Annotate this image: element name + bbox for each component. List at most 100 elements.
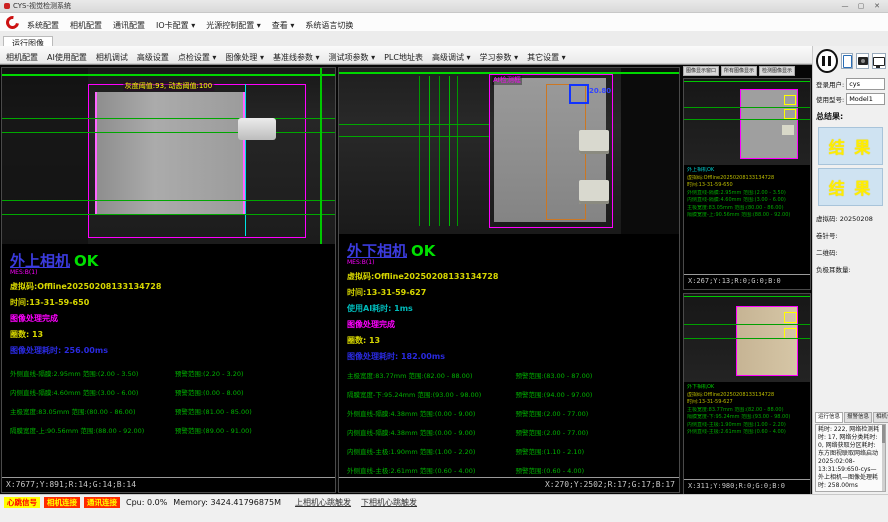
heartbeat-trigger-link[interactable]: 下相机心跳触发	[361, 497, 417, 509]
toolbar-item[interactable]: 相机调试	[96, 53, 128, 62]
measurement-warn-range: 预警范围:(1.10 - 2.10)	[515, 446, 671, 456]
menu-bar: 系统配置 相机配置 通讯配置 IO卡配置 ▾ 光源控制配置 ▾ 查看 ▾ 系统语言切换	[0, 13, 888, 32]
small-view-tab[interactable]: 所有图像显示	[721, 66, 757, 76]
small-info-line: 内侧直线-隔膜:4.60mm 范围:(3.00 - 6.00)	[687, 197, 807, 205]
small-view-tab[interactable]: 图像显示窗口	[683, 66, 719, 76]
small-view-tab[interactable]: 检测图像显示	[759, 66, 795, 76]
ai-roi-label: AI检测框	[492, 75, 522, 85]
measurement-row: 隔膜宽度-上:90.56mm 范围:(88.00 - 92.00) 预警范围:(…	[10, 425, 327, 435]
log-scrollbar[interactable]	[882, 425, 885, 491]
menu-item[interactable]: 光源控制配置 ▾	[206, 21, 261, 30]
menu-items: 系统配置 相机配置 通讯配置 IO卡配置 ▾ 光源控制配置 ▾ 查看 ▾ 系统语言切换	[27, 13, 364, 32]
toolbar-item[interactable]: 测试项参数 ▾	[329, 53, 376, 62]
camera-image-small-bottom[interactable]	[684, 294, 810, 382]
info-line: 图像处理完成	[347, 319, 671, 330]
camera-image-small-top[interactable]	[684, 79, 810, 165]
info-tab[interactable]: 相机信息	[873, 412, 888, 423]
camera-image-left[interactable]: 灰度阈值:93, 动态阈值:100	[2, 68, 335, 244]
menu-item[interactable]: 查看 ▾	[272, 21, 295, 30]
small-info-line: 内侧直线-主极:1.90mm 范围:(1.00 - 2.20)	[687, 422, 807, 430]
right-field-label: 二维码:	[816, 247, 885, 257]
info-tab[interactable]: 运行信息	[815, 412, 843, 423]
toolbar-item[interactable]: AI使用配置	[47, 53, 87, 62]
measurement-row: 外侧直线-隔膜:4.38mm 范围:(0.00 - 9.00) 预警范围:(2.…	[347, 408, 671, 418]
info-tab[interactable]: 报警信息	[844, 412, 872, 423]
toolbar-item[interactable]: 高级设置	[137, 53, 169, 62]
toolbar-item[interactable]: 基准线参数 ▾	[273, 53, 320, 62]
small-info-line: 虚拟码:Offline20250208133134728	[687, 175, 807, 183]
camera-name-label: 外上相机	[10, 250, 70, 271]
login-user-field[interactable]: cys	[846, 78, 885, 90]
measurement-warn-range: 预警范围:(81.00 - 85.00)	[175, 406, 327, 416]
measure-line-green	[684, 119, 810, 120]
toolbar-item[interactable]: 点检设置 ▾	[178, 53, 217, 62]
toolbar-item[interactable]: 图像处理 ▾	[225, 53, 264, 62]
camera-view-center: AI检测框 20.80 外下相机 OK MES:B(1) 虚拟码:Offline…	[338, 67, 680, 493]
info-line: 圈数: 13	[347, 335, 671, 346]
info-line: 时间:13-31-59-627	[347, 287, 671, 298]
device-button[interactable]	[841, 53, 854, 69]
toolbar-item[interactable]: 学习参数 ▾	[480, 53, 519, 62]
info-lines-left: 虚拟码:Offline20250208133134728时间:13-31-59-…	[10, 281, 327, 356]
measurements-center: 主极宽度:83.77mm 范围:(82.00 - 88.00) 预警范围:(83…	[347, 370, 671, 475]
result-area-left: 外上相机 OK MES:B(1) 虚拟码:Offline202502081331…	[2, 244, 335, 477]
pixel-coords-left: X:7677;Y:891;R:14;G:14;B:14	[2, 477, 335, 492]
measurement-warn-range: 预警范围:(89.00 - 91.00)	[175, 425, 327, 435]
threshold-label: 灰度阈值:93, 动态阈值:100	[123, 81, 214, 91]
screen-button[interactable]	[872, 53, 886, 69]
value-label: 20.80	[589, 87, 611, 95]
right-field-label: 虚拟码: 20250208	[816, 213, 885, 223]
measurement-warn-range: 预警范围:(0.00 - 8.00)	[175, 387, 327, 397]
pause-button[interactable]	[816, 49, 838, 73]
small-info-line: 外下相机OK	[687, 384, 807, 392]
toolbar-item[interactable]: PLC地址表	[384, 53, 423, 62]
camera-view-left: 灰度阈值:93, 动态阈值:100 外上相机 OK MES:B(1) 虚拟码:O…	[1, 67, 336, 493]
menu-item[interactable]: IO卡配置 ▾	[156, 21, 195, 30]
measurement-value: 主极宽度:83.77mm 范围:(82.00 - 88.00)	[347, 370, 515, 380]
small-info-line: 外侧直线-主极:2.61mm 范围:(0.60 - 4.00)	[687, 429, 807, 437]
cpu-usage: Cpu: 0.0%	[126, 497, 167, 509]
log-area[interactable]: 耗时: 222, 网络检测耗时: 17, 网络分类耗时: 0, 网络获取分区耗时…	[815, 424, 886, 492]
small-info-line: 主极宽度:83.77mm 范围:(82.00 - 88.00)	[687, 407, 807, 415]
measurement-row: 内侧直线-隔膜:4.60mm 范围:(3.00 - 6.00) 预警范围:(0.…	[10, 387, 327, 397]
camera-view-small-top: 外上相机OK虚拟码:Offline20250208133134728时间:13-…	[683, 78, 811, 290]
maximize-button[interactable]: ▢	[854, 1, 868, 11]
camera-image-center[interactable]: AI检测框 20.80	[339, 68, 679, 234]
close-button[interactable]: ✕	[870, 1, 884, 11]
info-line: 图像处理耗时: 182.00ms	[347, 351, 671, 362]
measure-line-green	[339, 124, 489, 125]
total-result-label: 总结果:	[816, 111, 885, 122]
measurement-row: 外侧直线-隔膜:2.95mm 范围:(2.00 - 3.50) 预警范围:(2.…	[10, 368, 327, 378]
menu-item[interactable]: 通讯配置	[113, 21, 145, 30]
info-line: 圈数: 13	[10, 329, 327, 340]
measurements-left: 外侧直线-隔膜:2.95mm 范围:(2.00 - 3.50) 预警范围:(2.…	[10, 368, 327, 435]
model-field[interactable]: Model1	[846, 93, 885, 105]
image-shade	[621, 68, 679, 234]
heartbeat-trigger-link[interactable]: 上相机心跳触发	[295, 497, 351, 509]
camera-button[interactable]	[856, 53, 869, 69]
menu-item[interactable]: 系统语言切换	[305, 21, 353, 30]
measurement-row: 隔膜宽度-下:95.24mm 范围:(93.00 - 98.00) 预警范围:(…	[347, 389, 671, 399]
toolbar-item[interactable]: 高级调试 ▾	[432, 53, 471, 62]
menu-item[interactable]: 相机配置	[70, 21, 102, 30]
camera-status-ok: OK	[74, 252, 98, 270]
measurement-value: 隔膜宽度-上:90.56mm 范围:(88.00 - 92.00)	[10, 425, 175, 435]
value-roi-box-blue	[569, 84, 589, 104]
menu-item[interactable]: 系统配置	[27, 21, 59, 30]
camera-name-label: 外下相机	[347, 240, 407, 261]
toolbar-item[interactable]: 其它设置 ▾	[527, 53, 566, 62]
measure-line-green	[684, 107, 810, 108]
toolbar-item[interactable]: 相机配置	[6, 53, 38, 62]
pixel-coords-center: X:270;Y:2502;R:17;G:17;B:17	[339, 477, 679, 492]
baseline-green-top	[2, 74, 335, 76]
info-line: 图像处理完成	[10, 313, 327, 324]
roi-box-yellow	[784, 95, 796, 105]
small-text-bottom: 外下相机OK虚拟码:Offline20250208133134728时间:13-…	[684, 382, 810, 479]
measurement-warn-range: 预警范围:(0.60 - 4.00)	[515, 465, 671, 475]
memory-usage: Memory: 3424.41796875M	[173, 497, 281, 509]
roi-box-yellow	[784, 312, 797, 323]
log-text: 耗时: 222, 网络检测耗时: 17, 网络分类耗时: 0, 网络获取分区耗时…	[818, 426, 879, 489]
small-info-line: 主极宽度:83.05mm 范围:(80.00 - 86.00)	[687, 205, 807, 213]
minimize-button[interactable]: —	[838, 1, 852, 11]
edge-line-green	[439, 76, 440, 226]
